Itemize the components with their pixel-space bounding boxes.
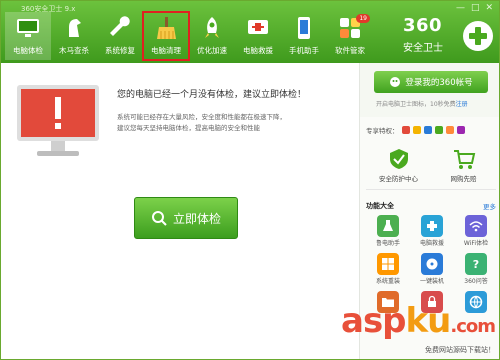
monitor-icon bbox=[14, 14, 42, 42]
quick-label: 网购先赔 bbox=[450, 175, 477, 183]
hint-line-1: 系统可能已经存在大量风险，安全度和性能都在极速下降， bbox=[117, 113, 286, 121]
privilege-icon[interactable] bbox=[401, 126, 410, 134]
tool-label: 系统修复 bbox=[105, 46, 135, 55]
watermark-logo: aspku.com bbox=[341, 301, 496, 344]
site-watermark: aspku.com 免费网站源码下载站！ bbox=[341, 301, 496, 355]
security-center-button[interactable]: 安全防护中心 bbox=[366, 143, 431, 189]
main-panel: 您的电脑已经一个月没有体检，建议立即体检！ 系统可能已经存在大量风险，安全度和性… bbox=[1, 63, 359, 359]
horse-icon bbox=[60, 14, 88, 42]
rescue-icon bbox=[244, 14, 272, 42]
tool-label: 电脑体检 bbox=[13, 46, 43, 55]
login-button[interactable]: 登录我的360帐号 bbox=[374, 71, 488, 93]
feature-item[interactable]: 鲁电助手 bbox=[366, 213, 410, 247]
feature-item[interactable]: 电脑救援 bbox=[410, 213, 454, 247]
logo-number: 360 bbox=[403, 15, 443, 36]
tool-software-manager[interactable]: 19 软件管家 bbox=[327, 12, 373, 60]
start-checkup-button[interactable]: 立即体检 bbox=[134, 197, 238, 239]
feature-item[interactable]: 系统重装 bbox=[366, 251, 410, 285]
checkup-reminder: 您的电脑已经一个月没有体检，建议立即体检！ bbox=[117, 90, 307, 100]
vip-label: 专享特权： bbox=[366, 127, 399, 135]
feature-item[interactable]: 一键装机 bbox=[410, 251, 454, 285]
windows-icon bbox=[377, 253, 399, 275]
start-checkup-label: 立即体检 bbox=[172, 211, 221, 226]
privilege-icon[interactable] bbox=[423, 126, 432, 134]
wifi-icon bbox=[465, 215, 487, 237]
wm-asp: asp bbox=[341, 301, 407, 341]
rescue-icon bbox=[421, 215, 443, 237]
register-link[interactable]: 注册 bbox=[456, 101, 468, 108]
tool-phone-assistant[interactable]: 手机助手 bbox=[281, 12, 327, 60]
shopping-compensation-button[interactable]: 网购先赔 bbox=[431, 143, 496, 189]
flask-icon bbox=[377, 215, 399, 237]
maximize-button[interactable]: □ bbox=[471, 3, 480, 13]
tool-label: 电脑清理 bbox=[151, 46, 181, 55]
logo-name: 安全卫士 bbox=[403, 43, 443, 54]
privilege-icon[interactable] bbox=[412, 126, 421, 134]
warning-monitor-icon bbox=[15, 83, 101, 161]
tool-system-repair[interactable]: 系统修复 bbox=[97, 12, 143, 60]
tool-pc-rescue[interactable]: 电脑救援 bbox=[235, 12, 281, 60]
privilege-icon[interactable] bbox=[434, 126, 443, 134]
features-title: 功能大全 bbox=[366, 202, 394, 210]
feature-label: 电脑救援 bbox=[419, 240, 444, 247]
window-controls: — □ ✕ bbox=[456, 3, 493, 13]
watermark-tagline: 免费网站源码下载站！ bbox=[425, 346, 495, 354]
tool-label: 手机助手 bbox=[289, 46, 319, 55]
tool-label: 木马查杀 bbox=[59, 46, 89, 55]
vip-privileges: 专享特权： bbox=[366, 125, 465, 135]
wm-ku: ku bbox=[405, 301, 452, 341]
shield-check-icon bbox=[387, 147, 411, 171]
feature-label: WiFi体检 bbox=[463, 240, 489, 247]
feature-item[interactable]: ? 360问答 bbox=[454, 251, 498, 285]
tool-pc-checkup[interactable]: 电脑体检 bbox=[5, 12, 51, 60]
minimize-button[interactable]: — bbox=[456, 3, 465, 13]
feature-label: 鲁电助手 bbox=[375, 240, 400, 247]
tool-pc-cleanup[interactable]: 电脑清理 bbox=[142, 11, 190, 61]
account-area: 登录我的360帐号 开启电脑卫士图标，10秒免费注册 bbox=[360, 63, 499, 117]
top-toolbar: 360安全卫士 9.x — □ ✕ 电脑体检 木马查杀 系统修复 电脑清理 优化… bbox=[1, 1, 499, 63]
disk-icon bbox=[421, 253, 443, 275]
feature-item[interactable]: WiFi体检 bbox=[454, 213, 498, 247]
wm-dotcom: .com bbox=[450, 316, 496, 337]
features-grid: 鲁电助手 电脑救援 WiFi体检 系统重装 一键装机 ? 360问答 bbox=[366, 213, 498, 314]
hint-line-2: 建议您每天坚持电脑体检，提高电脑的安全和性能 bbox=[117, 124, 260, 132]
update-count-badge: 19 bbox=[356, 14, 370, 23]
question-icon: ? bbox=[465, 253, 487, 275]
feature-label: 一键装机 bbox=[419, 278, 444, 285]
app-window: 360安全卫士 9.x — □ ✕ 电脑体检 木马查杀 系统修复 电脑清理 优化… bbox=[0, 0, 500, 360]
broom-icon bbox=[152, 14, 180, 42]
phone-icon bbox=[290, 14, 318, 42]
features-more-link[interactable]: 更多 bbox=[483, 201, 496, 211]
login-subtext: 开启电脑卫士图标，10秒免费注册 bbox=[376, 99, 468, 108]
mascot-icon bbox=[390, 77, 401, 87]
tool-label: 软件管家 bbox=[335, 46, 365, 55]
rocket-icon bbox=[198, 14, 226, 42]
plus-shield-icon bbox=[463, 21, 493, 51]
search-icon bbox=[151, 211, 167, 226]
login-label: 登录我的360帐号 bbox=[405, 78, 473, 88]
cart-icon bbox=[452, 147, 476, 171]
brand-logo: 360 安全卫士 bbox=[403, 15, 493, 59]
feature-label: 360问答 bbox=[464, 278, 488, 285]
tool-label: 电脑救援 bbox=[243, 46, 273, 55]
quick-label: 安全防护中心 bbox=[379, 175, 418, 183]
feature-label: 系统重装 bbox=[375, 278, 400, 285]
close-button[interactable]: ✕ bbox=[485, 3, 493, 13]
privilege-icon[interactable] bbox=[456, 126, 465, 134]
wrench-icon bbox=[106, 14, 134, 42]
tool-label: 优化加速 bbox=[197, 46, 227, 55]
privilege-icon[interactable] bbox=[445, 126, 454, 134]
quick-actions: 安全防护中心 网购先赔 bbox=[366, 143, 496, 190]
tool-trojan-scan[interactable]: 木马查杀 bbox=[51, 12, 97, 60]
login-sub-mid: 电脑卫士图标，10秒免费 bbox=[388, 101, 456, 108]
tool-optimize[interactable]: 优化加速 bbox=[189, 12, 235, 60]
login-sub-prefix: 开启 bbox=[376, 101, 389, 108]
